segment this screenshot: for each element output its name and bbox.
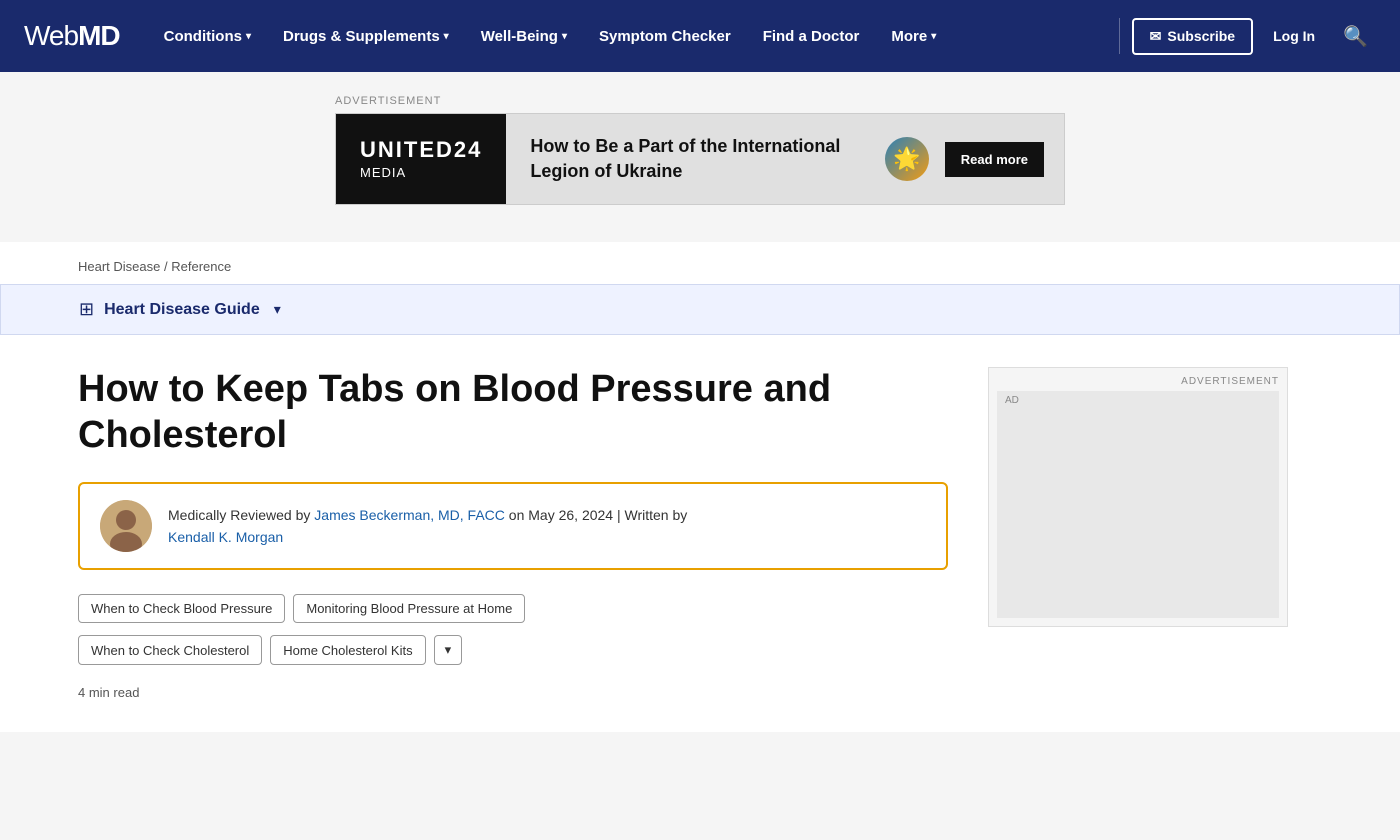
page-wrapper: Heart Disease / Reference ⊞ Heart Diseas… [0,242,1400,732]
ad-logo-section: UNITED24 MEDIA [336,114,506,204]
ad-banner-area: ADVERTISEMENT UNITED24 MEDIA How to Be a… [0,72,1400,242]
medically-reviewed-prefix: Medically Reviewed by [168,507,314,523]
written-by-separator: | Written by [613,507,687,523]
tag-monitoring-blood-pressure[interactable]: Monitoring Blood Pressure at Home [293,594,525,623]
chevron-down-icon: ▾ [562,31,567,42]
nav-find-doctor[interactable]: Find a Doctor [747,0,876,72]
chevron-down-icon: ▾ [246,31,251,42]
logo-md: MD [78,20,120,51]
tag-home-cholesterol-kits[interactable]: Home Cholesterol Kits [270,635,425,665]
nav-divider [1119,18,1120,54]
article-layout: How to Keep Tabs on Blood Pressure and C… [0,335,1400,732]
author-info: Medically Reviewed by James Beckerman, M… [168,504,687,549]
author-box: Medically Reviewed by James Beckerman, M… [78,482,948,570]
sidebar-ad-inner: AD [997,391,1279,618]
ad-emblem-icon: 🌟 [885,137,929,181]
read-more-button[interactable]: Read more [945,142,1044,177]
tags-row-2: When to Check Cholesterol Home Cholester… [78,635,948,665]
advertisement-label-top: ADVERTISEMENT [335,95,441,107]
breadcrumb-reference: Reference [171,259,231,274]
ad-content-section: How to Be a Part of the International Le… [506,114,1064,204]
nav-symptom-checker[interactable]: Symptom Checker [583,0,747,72]
article-main: How to Keep Tabs on Blood Pressure and C… [78,335,948,732]
nav-conditions[interactable]: Conditions ▾ [148,0,267,72]
avatar [100,500,152,552]
article-sidebar: ADVERTISEMENT AD [988,335,1288,732]
reviewer-link[interactable]: James Beckerman, MD, FACC [314,507,505,523]
sidebar-advertisement-label: ADVERTISEMENT [997,376,1279,387]
nav-well-being[interactable]: Well-Being ▾ [465,0,583,72]
logo-web: Web [24,20,78,51]
ad-text: How to Be a Part of the International Le… [530,134,868,184]
navigation: WebMD Conditions ▾ Drugs & Supplements ▾… [0,0,1400,72]
guide-icon: ⊞ [79,299,94,320]
login-button[interactable]: Log In [1265,20,1323,52]
tag-more-button[interactable]: ▾ [434,635,463,665]
author-link[interactable]: Kendall K. Morgan [168,529,283,545]
breadcrumb-bar: Heart Disease / Reference [0,242,1400,284]
nav-items: Conditions ▾ Drugs & Supplements ▾ Well-… [148,0,1107,72]
tag-when-blood-pressure[interactable]: When to Check Blood Pressure [78,594,285,623]
nav-more[interactable]: More ▾ [875,0,952,72]
guide-bar[interactable]: ⊞ Heart Disease Guide ▾ [0,284,1400,335]
breadcrumb-heart-disease[interactable]: Heart Disease [78,259,160,274]
email-icon: ✉ [1150,28,1162,45]
chevron-down-icon: ▾ [931,31,936,42]
sidebar-ad: ADVERTISEMENT AD [988,367,1288,627]
ad-banner: UNITED24 MEDIA How to Be a Part of the I… [335,113,1065,205]
nav-right-actions: ✉ Subscribe Log In 🔍 [1132,16,1376,57]
nav-drugs-supplements[interactable]: Drugs & Supplements ▾ [267,0,465,72]
search-icon[interactable]: 🔍 [1335,16,1376,57]
tags-row-1: When to Check Blood Pressure Monitoring … [78,594,948,623]
site-logo[interactable]: WebMD [24,20,120,52]
chevron-down-icon: ▾ [445,642,452,658]
sidebar-ad-tag: AD [997,391,1279,410]
tag-when-cholesterol[interactable]: When to Check Cholesterol [78,635,262,665]
article-title: How to Keep Tabs on Blood Pressure and C… [78,367,948,458]
subscribe-button[interactable]: ✉ Subscribe [1132,18,1253,55]
ad-logo-text-line2: MEDIA [360,165,406,180]
review-date: on May 26, 2024 [505,507,613,523]
chevron-down-icon: ▾ [274,301,281,318]
chevron-down-icon: ▾ [444,31,449,42]
read-time: 4 min read [78,685,948,700]
breadcrumb: Heart Disease / Reference [78,259,231,274]
ad-logo-text-line1: UNITED24 [360,138,482,162]
guide-title: Heart Disease Guide [104,301,260,319]
